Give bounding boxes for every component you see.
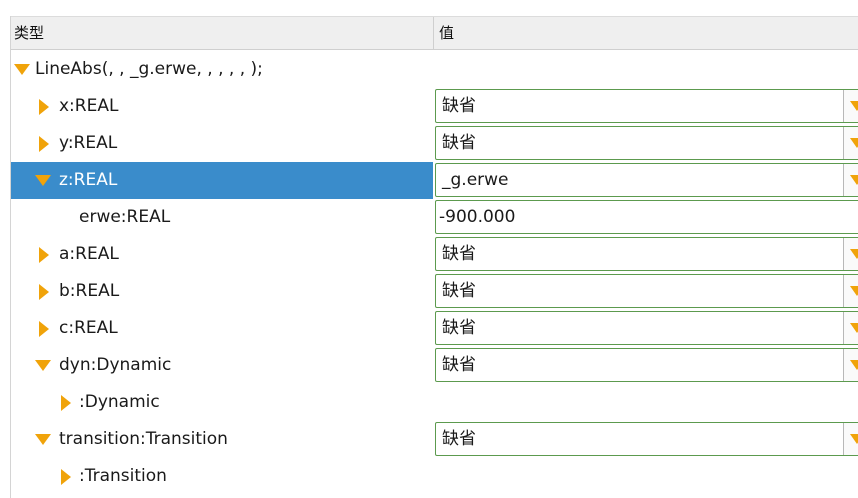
- expanded-triangle-icon[interactable]: [14, 64, 30, 75]
- row-label: a:REAL: [59, 244, 119, 264]
- dropdown-arrow-icon: [850, 286, 858, 296]
- dropdown-arrow-icon: [850, 101, 858, 111]
- expanded-triangle-icon[interactable]: [35, 434, 51, 445]
- header-type[interactable]: 类型: [11, 17, 44, 49]
- value-combobox-a[interactable]: 缺省: [435, 237, 858, 271]
- combo-value: 缺省: [442, 133, 476, 153]
- dropdown-button[interactable]: [843, 238, 858, 270]
- expanded-triangle-icon[interactable]: [35, 360, 51, 371]
- tree-row-dynamic-child[interactable]: :Dynamic: [11, 384, 858, 421]
- dropdown-arrow-icon: [850, 138, 858, 148]
- input-value: -900.000: [439, 207, 516, 227]
- tree-row-z[interactable]: z:REAL _g.erwe: [11, 162, 858, 199]
- value-combobox-x[interactable]: 缺省: [435, 89, 858, 123]
- tree-row-lineabs[interactable]: LineAbs(, , _g.erwe, , , , , );: [11, 51, 858, 88]
- dropdown-button[interactable]: [843, 312, 858, 344]
- dropdown-arrow-icon: [850, 323, 858, 333]
- collapsed-triangle-icon[interactable]: [39, 247, 49, 263]
- combo-value: 缺省: [442, 96, 476, 116]
- collapsed-triangle-icon[interactable]: [39, 136, 49, 152]
- row-label: transition:Transition: [59, 429, 228, 449]
- row-label: y:REAL: [59, 133, 118, 153]
- row-label: LineAbs(, , _g.erwe, , , , , );: [35, 59, 263, 79]
- row-label: x:REAL: [59, 96, 119, 116]
- combo-value: _g.erwe: [442, 170, 509, 190]
- collapsed-triangle-icon[interactable]: [39, 321, 49, 337]
- value-combobox-dyn[interactable]: 缺省: [435, 348, 858, 382]
- combo-value: 缺省: [442, 355, 476, 375]
- header-value[interactable]: 值: [433, 17, 858, 49]
- expanded-triangle-icon[interactable]: [35, 175, 51, 186]
- dropdown-button[interactable]: [843, 127, 858, 159]
- tree-row-a[interactable]: a:REAL 缺省: [11, 236, 858, 273]
- value-combobox-c[interactable]: 缺省: [435, 311, 858, 345]
- value-combobox-z[interactable]: _g.erwe: [435, 163, 858, 197]
- value-combobox-transition[interactable]: 缺省: [435, 422, 858, 456]
- tree-row-x[interactable]: x:REAL 缺省: [11, 88, 858, 125]
- collapsed-triangle-icon[interactable]: [39, 99, 49, 115]
- dropdown-arrow-icon: [850, 434, 858, 444]
- combo-value: 缺省: [442, 429, 476, 449]
- row-label: erwe:REAL: [79, 207, 171, 227]
- tree-row-transition-child[interactable]: :Transition: [11, 458, 858, 495]
- tree-row-transition[interactable]: transition:Transition 缺省: [11, 421, 858, 458]
- collapsed-triangle-icon[interactable]: [39, 284, 49, 300]
- dropdown-button[interactable]: [843, 164, 858, 196]
- tree-row-b[interactable]: b:REAL 缺省: [11, 273, 858, 310]
- combo-value: 缺省: [442, 318, 476, 338]
- dropdown-arrow-icon: [850, 360, 858, 370]
- dropdown-button[interactable]: [843, 423, 858, 455]
- row-label: :Dynamic: [79, 392, 160, 412]
- collapsed-triangle-icon[interactable]: [61, 395, 71, 411]
- dropdown-arrow-icon: [850, 175, 858, 185]
- combo-value: 缺省: [442, 281, 476, 301]
- row-label: z:REAL: [59, 170, 118, 190]
- tree-row-c[interactable]: c:REAL 缺省: [11, 310, 858, 347]
- dropdown-button[interactable]: [843, 349, 858, 381]
- row-label: dyn:Dynamic: [59, 355, 172, 375]
- table-header: 类型 值: [11, 16, 858, 50]
- row-label: b:REAL: [59, 281, 120, 301]
- tree-row-erwe[interactable]: erwe:REAL -900.000: [11, 199, 858, 236]
- parameter-tree-table: 类型 值 LineAbs(, , _g.erwe, , , , , ); x:R…: [10, 16, 858, 498]
- combo-value: 缺省: [442, 244, 476, 264]
- value-combobox-b[interactable]: 缺省: [435, 274, 858, 308]
- value-input-erwe[interactable]: -900.000: [435, 200, 858, 234]
- dropdown-button[interactable]: [843, 90, 858, 122]
- dropdown-button[interactable]: [843, 275, 858, 307]
- collapsed-triangle-icon[interactable]: [61, 469, 71, 485]
- value-combobox-y[interactable]: 缺省: [435, 126, 858, 160]
- row-label: :Transition: [79, 466, 167, 486]
- tree-row-y[interactable]: y:REAL 缺省: [11, 125, 858, 162]
- dropdown-arrow-icon: [850, 249, 858, 259]
- tree-row-dyn[interactable]: dyn:Dynamic 缺省: [11, 347, 858, 384]
- row-label: c:REAL: [59, 318, 118, 338]
